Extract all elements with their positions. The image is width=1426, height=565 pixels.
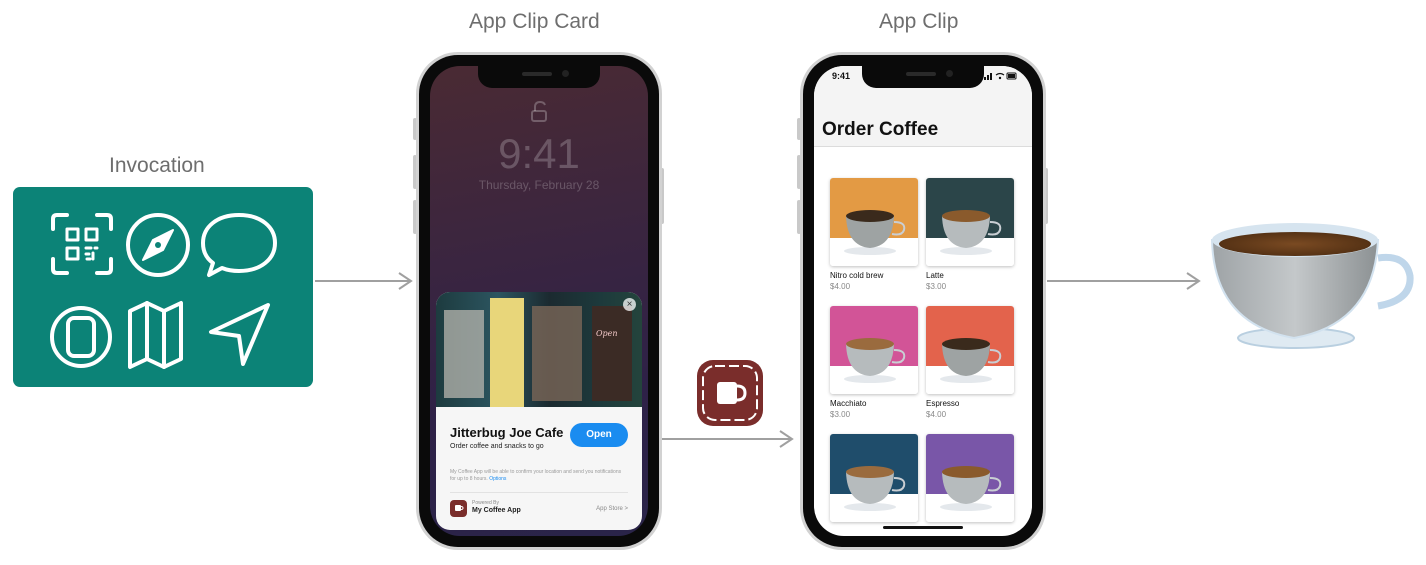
options-link[interactable]: Options <box>489 476 506 482</box>
app-clip-card: Open × Jitterbug Joe Cafe Order coffee a… <box>436 292 642 530</box>
message-bubble-icon <box>201 213 277 277</box>
powered-by-app-name: My Coffee App <box>472 507 521 514</box>
menu-item-name: Nitro cold brew <box>830 271 884 280</box>
menu-item-name: Latte <box>926 271 944 280</box>
svg-text:Open: Open <box>596 329 618 338</box>
phone-notch <box>862 66 984 88</box>
app-icon <box>450 500 467 517</box>
menu-item-price: $4.00 <box>830 282 851 291</box>
menu-item-image[interactable] <box>926 434 1014 522</box>
app-clip-card-phone: 9:41 Thursday, February 28 Open × Jitter… <box>416 52 662 550</box>
card-close-button[interactable]: × <box>623 298 636 311</box>
card-subtitle: Order coffee and snacks to go <box>450 443 544 450</box>
lock-screen-time: 9:41 <box>498 130 580 177</box>
coffee-cup-icon <box>1210 223 1414 349</box>
menu-item-image[interactable] <box>830 178 918 266</box>
status-bar-time: 9:41 <box>832 71 851 81</box>
safari-compass-icon <box>126 213 190 277</box>
cafe-header-image: Open <box>436 292 642 407</box>
lock-screen: 9:41 Thursday, February 28 Open × Jitter… <box>430 66 648 536</box>
lock-screen-date: Thursday, February 28 <box>478 178 600 192</box>
card-divider <box>450 492 628 493</box>
app-clip-card-label: App Clip Card <box>469 10 600 33</box>
menu-item-name: Macchiato <box>830 399 867 408</box>
menu-item-image[interactable] <box>926 178 1014 266</box>
menu-item-name: Espresso <box>926 399 960 408</box>
invocation-label: Invocation <box>109 154 205 177</box>
card-fine-print-text: My Coffee App will be able to confirm yo… <box>450 469 622 482</box>
menu-item-price: $3.00 <box>926 282 947 291</box>
location-arrow-icon <box>209 303 270 366</box>
page-title: Order Coffee <box>822 119 939 140</box>
app-clip-badge-icon <box>697 360 763 426</box>
menu-item-price: $3.00 <box>830 410 851 419</box>
card-fine-print: My Coffee App will be able to confirm yo… <box>450 469 628 483</box>
order-coffee-screen: 9:41 Order Coffee Nitro cold brew $4.00 … <box>814 66 1032 536</box>
menu-item-image[interactable] <box>830 434 918 522</box>
home-indicator[interactable] <box>883 526 963 529</box>
invocation-methods-panel <box>13 187 313 387</box>
card-title: Jitterbug Joe Cafe <box>450 425 564 440</box>
menu-item-image[interactable] <box>926 306 1014 394</box>
powered-by-label: Powered By <box>472 500 499 506</box>
open-button[interactable]: Open <box>570 423 628 447</box>
menu-item-price: $4.00 <box>926 410 947 419</box>
app-clip-code-icon <box>50 306 112 368</box>
status-bar-icons <box>984 72 1018 82</box>
app-clip-label: App Clip <box>879 10 959 33</box>
arrow-app-clip-to-coffee <box>1047 272 1201 290</box>
arrow-invocation-to-card <box>315 272 413 290</box>
app-store-link[interactable]: App Store > <box>596 506 628 512</box>
invocation-icons <box>50 213 277 369</box>
phone-notch <box>478 66 600 88</box>
maps-icon <box>128 301 183 369</box>
app-clip-phone: 9:41 Order Coffee Nitro cold brew $4.00 … <box>800 52 1046 550</box>
unlock-icon <box>531 101 547 122</box>
menu-item-image[interactable] <box>830 306 918 394</box>
qr-code-icon <box>51 213 113 275</box>
